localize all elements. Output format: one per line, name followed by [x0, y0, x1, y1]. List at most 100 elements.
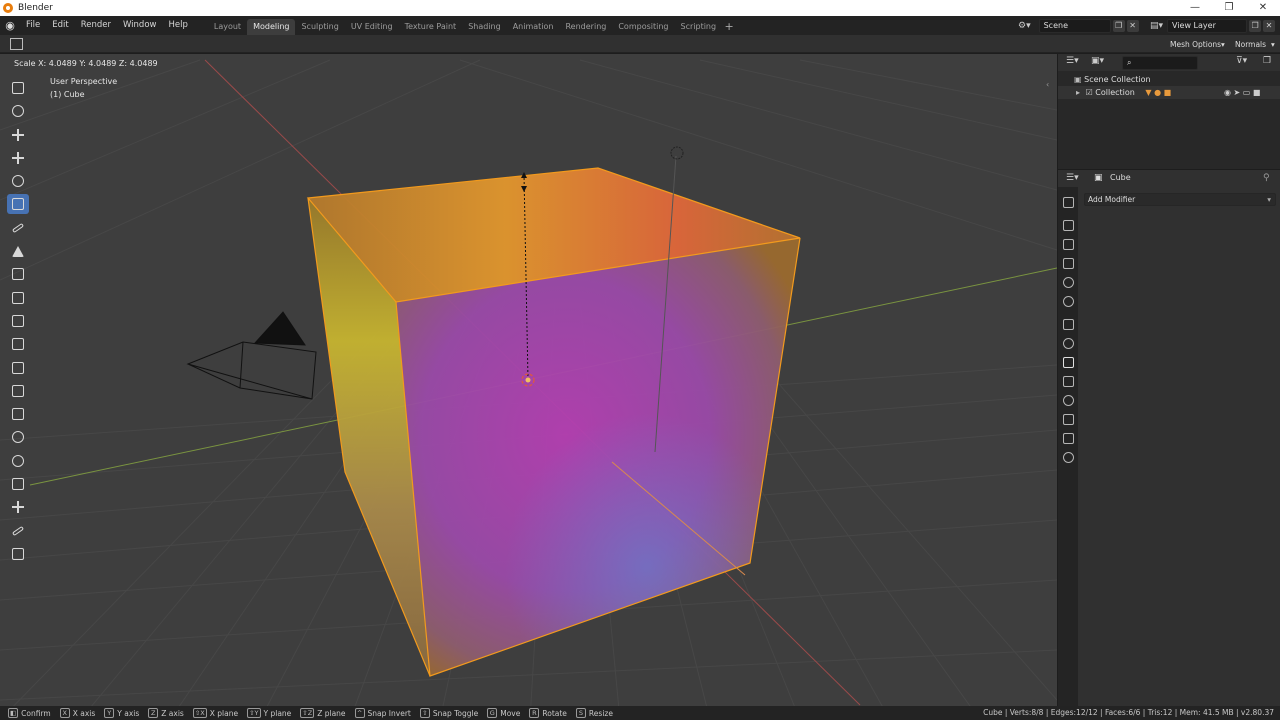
3d-viewport[interactable]: Scale X: 4.0489 Y: 4.0489 Z: 4.0489 User… [0, 54, 1057, 706]
loop-cut-tool[interactable] [7, 358, 29, 378]
add-cube-tool[interactable] [7, 264, 29, 284]
render-tab-icon[interactable] [1063, 220, 1074, 231]
annotate-tool[interactable] [7, 218, 29, 238]
sidebar-toggle-icon[interactable]: ‹ [1046, 80, 1049, 89]
active-object-label: (1) Cube [50, 90, 85, 99]
properties-panel: ☰▾ ▣ Cube ⚲ Add Modifier ▾ [1058, 170, 1280, 706]
tool-tab-icon[interactable] [1063, 197, 1074, 208]
outliner-search-input[interactable]: ⌕ [1122, 56, 1198, 70]
blender-logo-icon [3, 3, 13, 13]
bevel-tool[interactable] [7, 334, 29, 354]
smooth-tool[interactable] [7, 451, 29, 471]
tab-compositing[interactable]: Compositing [612, 19, 674, 35]
view-layer-remove-icon[interactable]: ✕ [1263, 19, 1276, 32]
pin-icon[interactable]: ⚲ [1263, 173, 1270, 183]
view-layer-new-icon[interactable]: ❐ [1249, 19, 1262, 32]
properties-editor-icon[interactable]: ☰▾ [1066, 173, 1079, 183]
tab-scripting[interactable]: Scripting [675, 19, 723, 35]
data-tab-icon[interactable] [1063, 414, 1074, 425]
shear-tool[interactable] [7, 521, 29, 541]
edge-slide-tool[interactable] [7, 474, 29, 494]
dropdown-arrow-icon[interactable]: ▾ [1267, 38, 1279, 51]
outliner-editor-icon[interactable]: ☰▾ [1066, 56, 1079, 66]
select-cursor-icon[interactable]: ➤ [1234, 88, 1241, 97]
minimize-button[interactable]: — [1178, 0, 1212, 16]
menu-file[interactable]: File [20, 16, 46, 35]
modifier-tab-icon[interactable] [1063, 357, 1074, 368]
extrude-tool[interactable] [7, 288, 29, 308]
tab-texture-paint[interactable]: Texture Paint [399, 19, 463, 35]
particles-tab-icon[interactable] [1063, 376, 1074, 387]
view-layer-name-field[interactable]: View Layer [1167, 18, 1248, 33]
menu-window[interactable]: Window [117, 16, 163, 35]
select-box-tool[interactable] [7, 78, 29, 98]
scene-new-icon[interactable]: ❐ [1112, 19, 1125, 32]
scene-tab-icon[interactable] [1063, 277, 1074, 288]
inset-tool[interactable] [7, 311, 29, 331]
dropdown-arrow-icon[interactable]: ▾ [1217, 38, 1229, 51]
spin-tool[interactable] [7, 427, 29, 447]
hint-label: Z plane [317, 708, 346, 718]
rip-tool[interactable] [7, 544, 29, 564]
scale-tool[interactable] [7, 194, 29, 215]
move-tool[interactable] [7, 125, 29, 145]
add-modifier-dropdown[interactable]: Add Modifier ▾ [1084, 193, 1276, 206]
view-layer-tab-icon[interactable] [1063, 258, 1074, 269]
tab-shading[interactable]: Shading [462, 19, 507, 35]
move-tool-2[interactable] [7, 148, 29, 168]
cursor-tool[interactable] [7, 101, 29, 121]
scene-collection-label: Scene Collection [1084, 75, 1151, 84]
normals-dropdown[interactable]: Normals [1231, 38, 1270, 51]
mesh-data-icon[interactable]: ▼ [1145, 88, 1151, 97]
tab-uv-editing[interactable]: UV Editing [345, 19, 399, 35]
menu-render[interactable]: Render [75, 16, 117, 35]
knife-tool[interactable] [7, 381, 29, 401]
constraints-tab-icon[interactable] [1063, 395, 1074, 406]
add-workspace-button[interactable]: + [722, 19, 736, 35]
hint-label: Snap Invert [367, 708, 411, 718]
view-layer-icon[interactable]: ▤▾ [1150, 21, 1163, 31]
material-tab-icon[interactable] [1063, 433, 1074, 444]
hint-resize: S Resize [575, 708, 613, 718]
blender-menu-icon[interactable]: ◉ [0, 19, 20, 32]
collection-row[interactable]: ▸ ☑ Collection ▼ ● ■ [1076, 86, 1171, 99]
tab-modeling[interactable]: Modeling [247, 19, 296, 35]
poly-build-icon [12, 408, 24, 421]
scene-remove-icon[interactable]: ✕ [1126, 19, 1139, 32]
menu-edit[interactable]: Edit [46, 16, 74, 35]
texture-tab-icon[interactable] [1063, 452, 1074, 463]
key-icon: ⇧Y [247, 708, 261, 718]
scene-icon[interactable]: ⚙▾ [1018, 21, 1031, 31]
scene-collection-row[interactable]: ▣ Scene Collection [1074, 73, 1151, 86]
measure-tool[interactable] [7, 241, 29, 261]
tab-animation[interactable]: Animation [507, 19, 560, 35]
expand-arrow-icon[interactable]: ▸ [1076, 88, 1080, 97]
render-camera-icon[interactable]: ■ [1253, 88, 1261, 97]
light-data-icon[interactable]: ● [1154, 88, 1161, 97]
viewport-disable-icon[interactable]: ▭ [1243, 88, 1251, 97]
tab-sculpting[interactable]: Sculpting [295, 19, 344, 35]
new-collection-icon[interactable]: ❐ [1263, 56, 1271, 66]
hint-label: Rotate [542, 708, 567, 718]
tab-layout[interactable]: Layout [208, 19, 247, 35]
eye-icon[interactable]: ◉ [1224, 88, 1231, 97]
properties-header: ☰▾ ▣ Cube ⚲ [1058, 170, 1280, 187]
poly-build-tool[interactable] [7, 404, 29, 424]
shrink-fatten-tool[interactable] [7, 497, 29, 517]
display-mode-icon[interactable]: ▣▾ [1091, 56, 1104, 66]
menu-help[interactable]: Help [162, 16, 193, 35]
scene-selector: ⚙▾ Scene ❐ ✕ [1018, 18, 1139, 33]
rotate-tool[interactable] [7, 171, 29, 191]
camera-data-icon[interactable]: ■ [1164, 88, 1172, 97]
filter-icon[interactable]: ⊽▾ [1236, 56, 1247, 66]
maximize-button[interactable]: ❐ [1212, 0, 1246, 16]
tab-rendering[interactable]: Rendering [559, 19, 612, 35]
scene-name-field[interactable]: Scene [1038, 18, 1111, 33]
physics-tab-icon[interactable] [1063, 338, 1074, 349]
world-tab-icon[interactable] [1063, 296, 1074, 307]
close-button[interactable]: ✕ [1246, 0, 1280, 16]
output-tab-icon[interactable] [1063, 239, 1074, 250]
object-tab-icon[interactable] [1063, 319, 1074, 330]
key-icon: R [529, 708, 540, 718]
editor-type-icon[interactable] [10, 38, 23, 50]
